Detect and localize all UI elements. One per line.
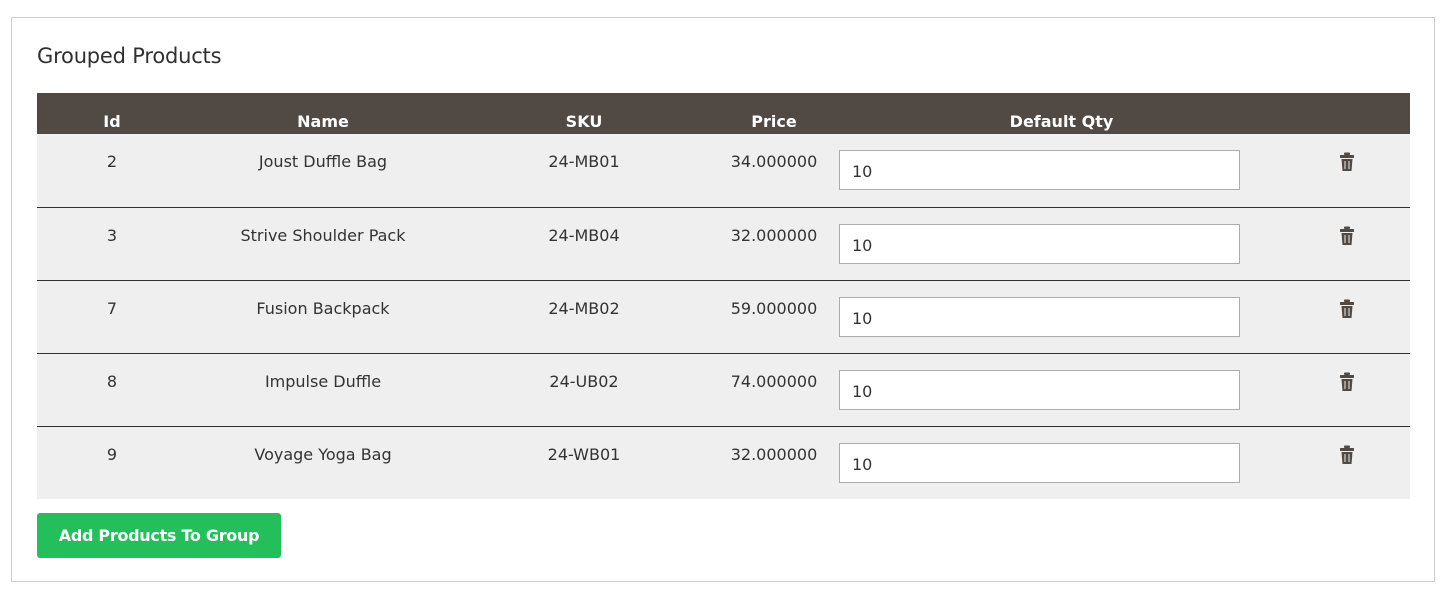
cell-sku: 24-MB01	[548, 152, 620, 171]
cell-price: 32.000000	[709, 206, 839, 280]
cell-default-qty	[839, 279, 1284, 353]
table-row: 2 Joust Duffle Bag 24-MB01 34.000000	[37, 134, 1410, 207]
trash-icon[interactable]	[1339, 299, 1355, 319]
cell-default-qty	[839, 425, 1284, 499]
cell-actions	[1284, 352, 1410, 426]
cell-default-qty	[839, 134, 1284, 207]
table-header-row: Id Name SKU Price Default Qty	[37, 93, 1410, 134]
cell-sku: 24-MB04	[459, 206, 709, 280]
cell-id: 7	[37, 279, 187, 353]
cell-name: Voyage Yoga Bag	[187, 425, 459, 499]
cell-id: 9	[37, 425, 187, 499]
default-qty-input[interactable]	[839, 442, 1240, 483]
add-products-to-group-button[interactable]: Add Products To Group	[37, 513, 281, 558]
column-header-price: Price	[751, 112, 797, 131]
cell-default-qty	[839, 352, 1284, 426]
cell-actions	[1284, 206, 1410, 280]
default-qty-input[interactable]	[839, 369, 1240, 410]
column-header-sku: SKU	[565, 112, 603, 131]
column-header-id: Id	[103, 112, 121, 131]
trash-icon[interactable]	[1339, 152, 1355, 172]
cell-sku: 24-UB02	[459, 352, 709, 426]
trash-icon[interactable]	[1339, 445, 1355, 465]
trash-icon[interactable]	[1339, 372, 1355, 392]
cell-price: 32.000000	[709, 425, 839, 499]
section-title: Grouped Products	[37, 44, 222, 68]
table-row: 7 Fusion Backpack 24-MB02 59.000000	[37, 279, 1410, 353]
trash-icon[interactable]	[1339, 226, 1355, 246]
cell-price: 74.000000	[709, 352, 839, 426]
cell-sku: 24-WB01	[459, 425, 709, 499]
cell-id: 8	[37, 352, 187, 426]
cell-default-qty	[839, 206, 1284, 280]
cell-sku: 24-MB02	[459, 279, 709, 353]
column-header-default-qty: Default Qty	[1009, 112, 1114, 131]
cell-name: Fusion Backpack	[187, 279, 459, 353]
default-qty-input[interactable]	[839, 150, 1240, 190]
cell-id: 3	[37, 206, 187, 280]
cell-actions	[1284, 134, 1410, 207]
grouped-products-panel: Grouped Products Id Name SKU Price Defau…	[11, 17, 1435, 582]
grouped-products-table: Id Name SKU Price Default Qty 2 Joust Du…	[37, 93, 1410, 499]
cell-id: 2	[106, 152, 118, 171]
cell-actions	[1284, 279, 1410, 353]
cell-price: 59.000000	[709, 279, 839, 353]
cell-name: Impulse Duffle	[187, 352, 459, 426]
column-header-actions	[1284, 93, 1410, 134]
default-qty-input[interactable]	[839, 223, 1240, 264]
cell-actions	[1284, 425, 1410, 499]
cell-name: Joust Duffle Bag	[258, 152, 388, 171]
column-header-name: Name	[297, 112, 349, 131]
table-row: 3 Strive Shoulder Pack 24-MB04 32.000000	[37, 206, 1410, 280]
default-qty-input[interactable]	[839, 296, 1240, 337]
table-row: 9 Voyage Yoga Bag 24-WB01 32.000000	[37, 425, 1410, 499]
table-row: 8 Impulse Duffle 24-UB02 74.000000	[37, 352, 1410, 426]
cell-price: 34.000000	[730, 152, 818, 171]
cell-name: Strive Shoulder Pack	[187, 206, 459, 280]
